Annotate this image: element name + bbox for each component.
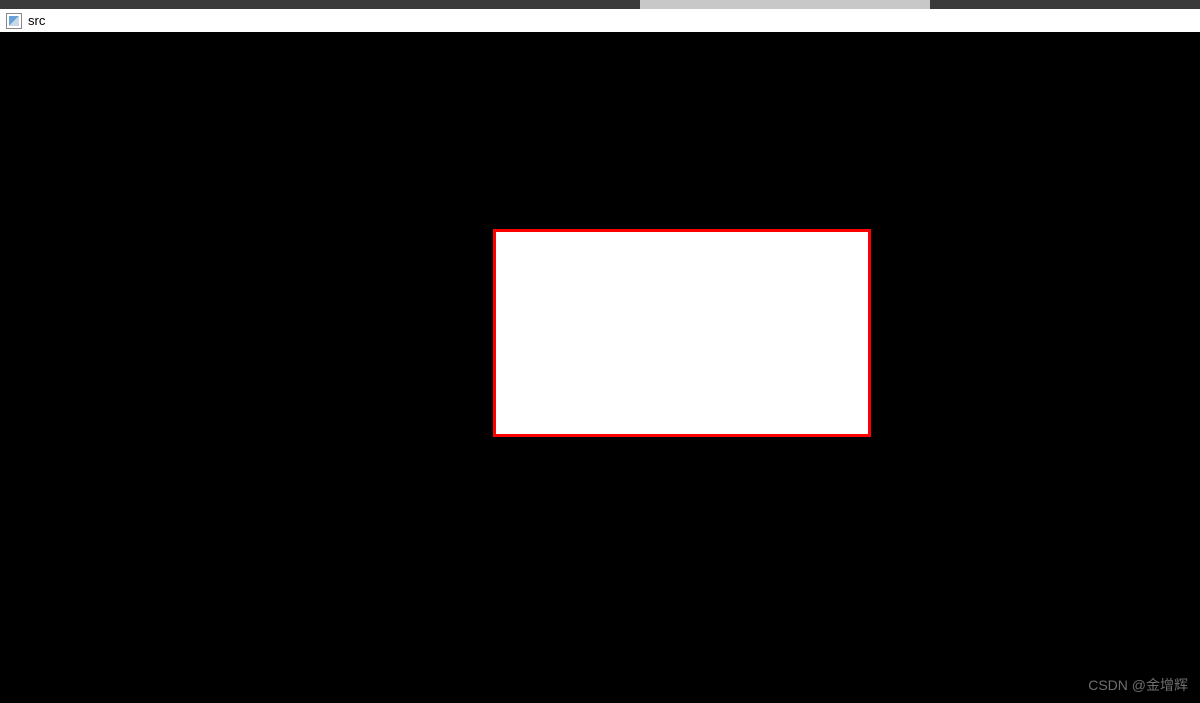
top-menu-bar [0,0,1200,9]
watermark-text: CSDN @金增辉 [1088,675,1188,695]
window-icon [6,13,22,29]
detection-rectangle [493,229,871,437]
top-bar-highlight [640,0,930,9]
window-title: src [28,13,45,28]
image-canvas [0,32,1200,703]
window-titlebar[interactable]: src [0,9,1200,32]
